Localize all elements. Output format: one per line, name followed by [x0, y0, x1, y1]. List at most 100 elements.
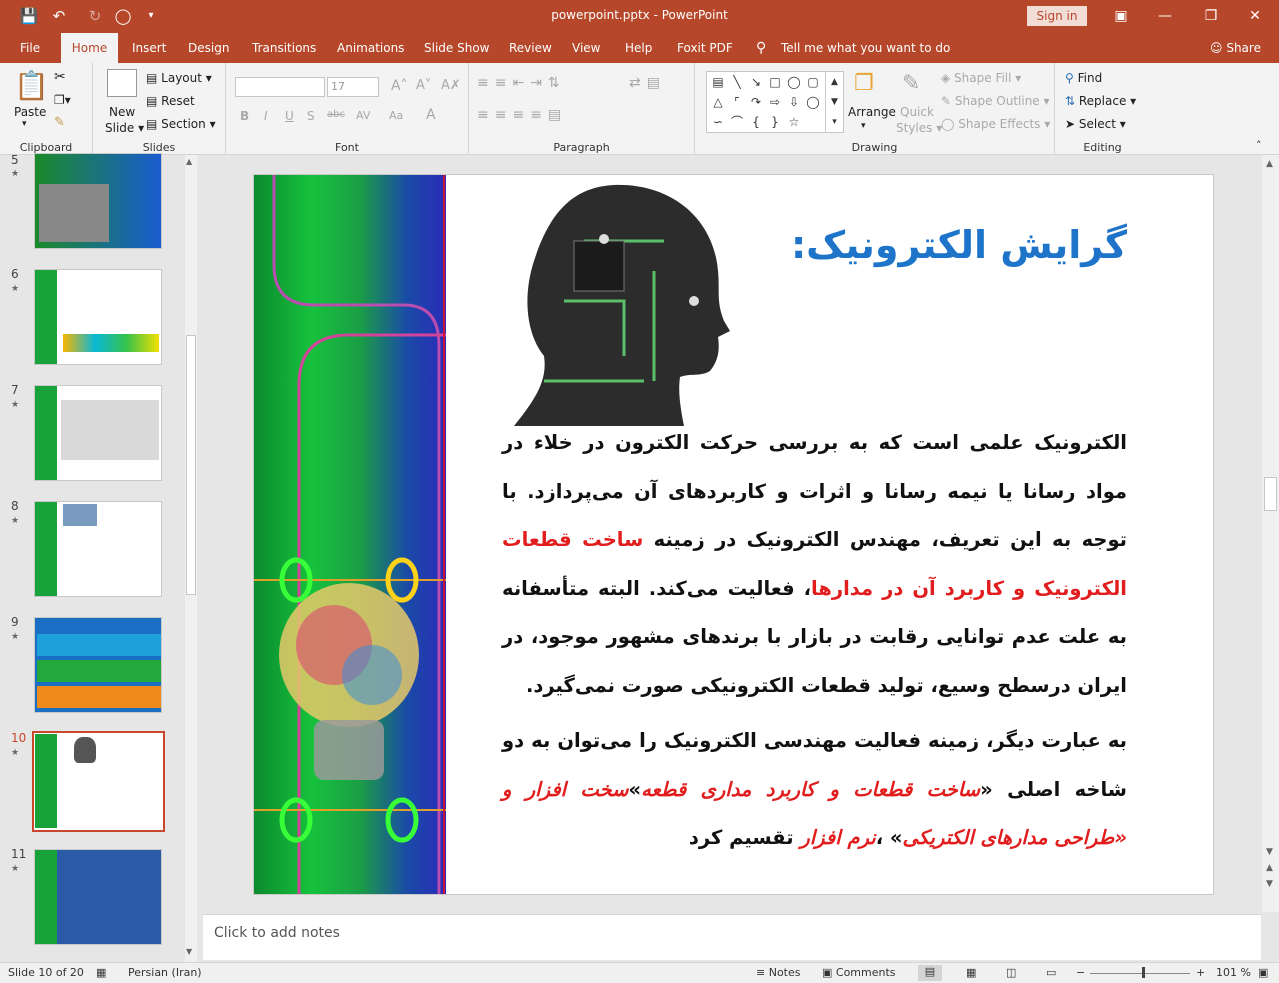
zoom-out-icon[interactable]: −	[1076, 966, 1085, 979]
paragraph-1[interactable]: الکترونیک علمی است که به بررسی حرکت الکت…	[502, 419, 1127, 710]
arc-shape-icon[interactable]: ⌒	[728, 114, 746, 130]
scroll-down-icon[interactable]: ▼	[186, 947, 192, 956]
tell-me-search[interactable]: Tell me what you want to do	[775, 33, 956, 63]
shrink-font-icon[interactable]: A˅	[416, 78, 431, 93]
slide-sorter-icon[interactable]: ▦	[966, 966, 976, 979]
tab-foxit-pdf[interactable]: Foxit PDF	[671, 33, 739, 63]
language-status[interactable]: Persian (Iran)	[128, 966, 202, 979]
list-icons[interactable]: ≡≡⇤⇥⇅	[477, 75, 566, 91]
reset-button[interactable]: ▤ Reset	[146, 94, 195, 108]
tab-review[interactable]: Review	[503, 33, 558, 63]
tab-home[interactable]: Home	[61, 33, 118, 63]
slide-thumb-7[interactable]	[34, 385, 162, 481]
new-slide-label-2[interactable]: Slide ▾	[105, 121, 144, 135]
next-slide-icon[interactable]: ▼	[1266, 879, 1273, 889]
thumbnail-scrollbar[interactable]: ▲ ▼	[185, 155, 197, 963]
shape-outline-button[interactable]: ✎ Shape Outline ▾	[941, 94, 1050, 108]
quick-styles-button-2[interactable]: Styles ▾	[896, 121, 942, 135]
curve-shape-icon[interactable]: ∽	[709, 114, 727, 130]
paste-icon[interactable]: 📋	[14, 69, 49, 102]
restore-icon[interactable]: ❐	[1196, 4, 1226, 28]
arrow-line-shape-icon[interactable]: ↘	[747, 74, 765, 90]
replace-button[interactable]: ⇅ Replace ▾	[1065, 94, 1136, 108]
tab-view[interactable]: View	[566, 33, 606, 63]
align-icons[interactable]: ≡≡≡≡▤	[477, 107, 567, 123]
new-slide-label[interactable]: New	[109, 105, 135, 119]
minimize-icon[interactable]: —	[1150, 4, 1180, 28]
callout-shape-icon[interactable]: ◯	[804, 94, 822, 110]
shape-fill-button[interactable]: ◈ Shape Fill ▾	[941, 71, 1021, 85]
brace-right-shape-icon[interactable]: }	[766, 114, 784, 130]
clear-format-icon[interactable]: A✗	[441, 78, 461, 93]
tab-file[interactable]: File	[14, 33, 46, 63]
shadow-button[interactable]: S	[307, 109, 315, 123]
close-icon[interactable]: ✕	[1240, 4, 1270, 28]
quick-styles-button[interactable]: Quick	[900, 105, 934, 119]
star-shape-icon[interactable]: ☆	[785, 114, 803, 130]
format-painter-icon[interactable]: ✎	[54, 115, 65, 130]
curved-arrow-shape-icon[interactable]: ↷	[747, 94, 765, 110]
copy-icon[interactable]: ❐▾	[54, 93, 71, 107]
spellcheck-icon[interactable]: ▦	[96, 966, 106, 979]
find-button[interactable]: ⚲ Find	[1065, 71, 1102, 85]
zoom-slider-thumb[interactable]	[1142, 967, 1145, 978]
brace-shape-icon[interactable]: {	[747, 114, 765, 130]
gallery-scroll-icon[interactable]: ▲ ▼ ▾	[825, 72, 843, 132]
canvas-scrollbar[interactable]: ▲ ▼ ▲ ▼	[1262, 155, 1279, 912]
fit-to-window-icon[interactable]: ▣	[1258, 966, 1268, 979]
tab-design[interactable]: Design	[182, 33, 235, 63]
font-size-combo[interactable]: 17	[327, 77, 379, 97]
slide[interactable]: گرایش الکترونیک: الکترونیک علمی است که ب…	[253, 174, 1214, 895]
collapse-ribbon-icon[interactable]: ˄	[1256, 139, 1262, 152]
tab-transitions[interactable]: Transitions	[246, 33, 322, 63]
select-button[interactable]: ➤ Select ▾	[1065, 117, 1126, 131]
font-color-button[interactable]: A	[426, 107, 436, 123]
reading-view-icon[interactable]: ◫	[1006, 966, 1016, 979]
elbow-connector-shape-icon[interactable]: ⌜	[728, 94, 746, 110]
previous-slide-icon[interactable]: ▲	[1266, 863, 1273, 873]
change-case-button[interactable]: Aa	[389, 109, 403, 122]
slide-thumb-6[interactable]	[34, 269, 162, 365]
italic-button[interactable]: I	[264, 109, 268, 123]
strikethrough-button[interactable]: abc	[327, 109, 345, 120]
slide-thumb-10[interactable]	[32, 731, 165, 832]
scroll-thumb[interactable]	[1264, 477, 1277, 511]
tab-animations[interactable]: Animations	[331, 33, 410, 63]
section-button[interactable]: ▤ Section ▾	[146, 117, 216, 131]
tab-slide-show[interactable]: Slide Show	[418, 33, 495, 63]
normal-view-icon[interactable]: ▤	[918, 965, 942, 981]
grow-font-icon[interactable]: A˄	[391, 78, 408, 94]
slideshow-view-icon[interactable]: ▭	[1046, 966, 1056, 979]
font-name-combo[interactable]	[235, 77, 325, 97]
right-arrow-shape-icon[interactable]: ⇨	[766, 94, 784, 110]
paste-button[interactable]: Paste	[14, 105, 46, 119]
zoom-slider[interactable]	[1090, 973, 1190, 974]
char-spacing-button[interactable]: AV	[356, 109, 370, 122]
arrange-icon[interactable]: ❐	[854, 71, 874, 96]
rounded-rect-shape-icon[interactable]: ▢	[804, 74, 822, 90]
triangle-shape-icon[interactable]: △	[709, 94, 727, 110]
slide-thumb-11[interactable]	[34, 849, 162, 945]
underline-button[interactable]: U	[285, 109, 294, 123]
layout-button[interactable]: ▤ Layout ▾	[146, 71, 212, 85]
chevron-down-icon[interactable]: ▾	[22, 119, 27, 129]
shape-effects-button[interactable]: ◯ Shape Effects ▾	[941, 117, 1050, 131]
scroll-up-icon[interactable]: ▲	[1266, 159, 1273, 169]
scroll-up-icon[interactable]: ▲	[186, 157, 192, 166]
share-button[interactable]: ☺ Share	[1204, 33, 1267, 63]
new-slide-icon[interactable]	[107, 69, 137, 97]
line-shape-icon[interactable]: ╲	[728, 74, 746, 90]
bold-button[interactable]: B	[240, 109, 249, 123]
slide-thumb-8[interactable]	[34, 501, 162, 597]
sign-in-button[interactable]: Sign in	[1027, 6, 1087, 26]
scroll-down-icon[interactable]: ▼	[1266, 847, 1273, 857]
slide-thumb-9[interactable]	[34, 617, 162, 713]
paragraph-2[interactable]: به عبارت دیگر، زمینه فعالیت مهندسی الکتر…	[502, 717, 1127, 863]
arrange-chevron-icon[interactable]: ▾	[861, 121, 866, 131]
down-arrow-shape-icon[interactable]: ⇩	[785, 94, 803, 110]
notes-pane[interactable]: Click to add notes	[203, 914, 1261, 960]
quick-styles-icon[interactable]: ✎	[902, 71, 920, 96]
notes-button[interactable]: ≡ Notes	[756, 966, 801, 979]
rectangle-shape-icon[interactable]: □	[766, 74, 784, 90]
ribbon-display-icon[interactable]: ▣	[1106, 4, 1136, 28]
